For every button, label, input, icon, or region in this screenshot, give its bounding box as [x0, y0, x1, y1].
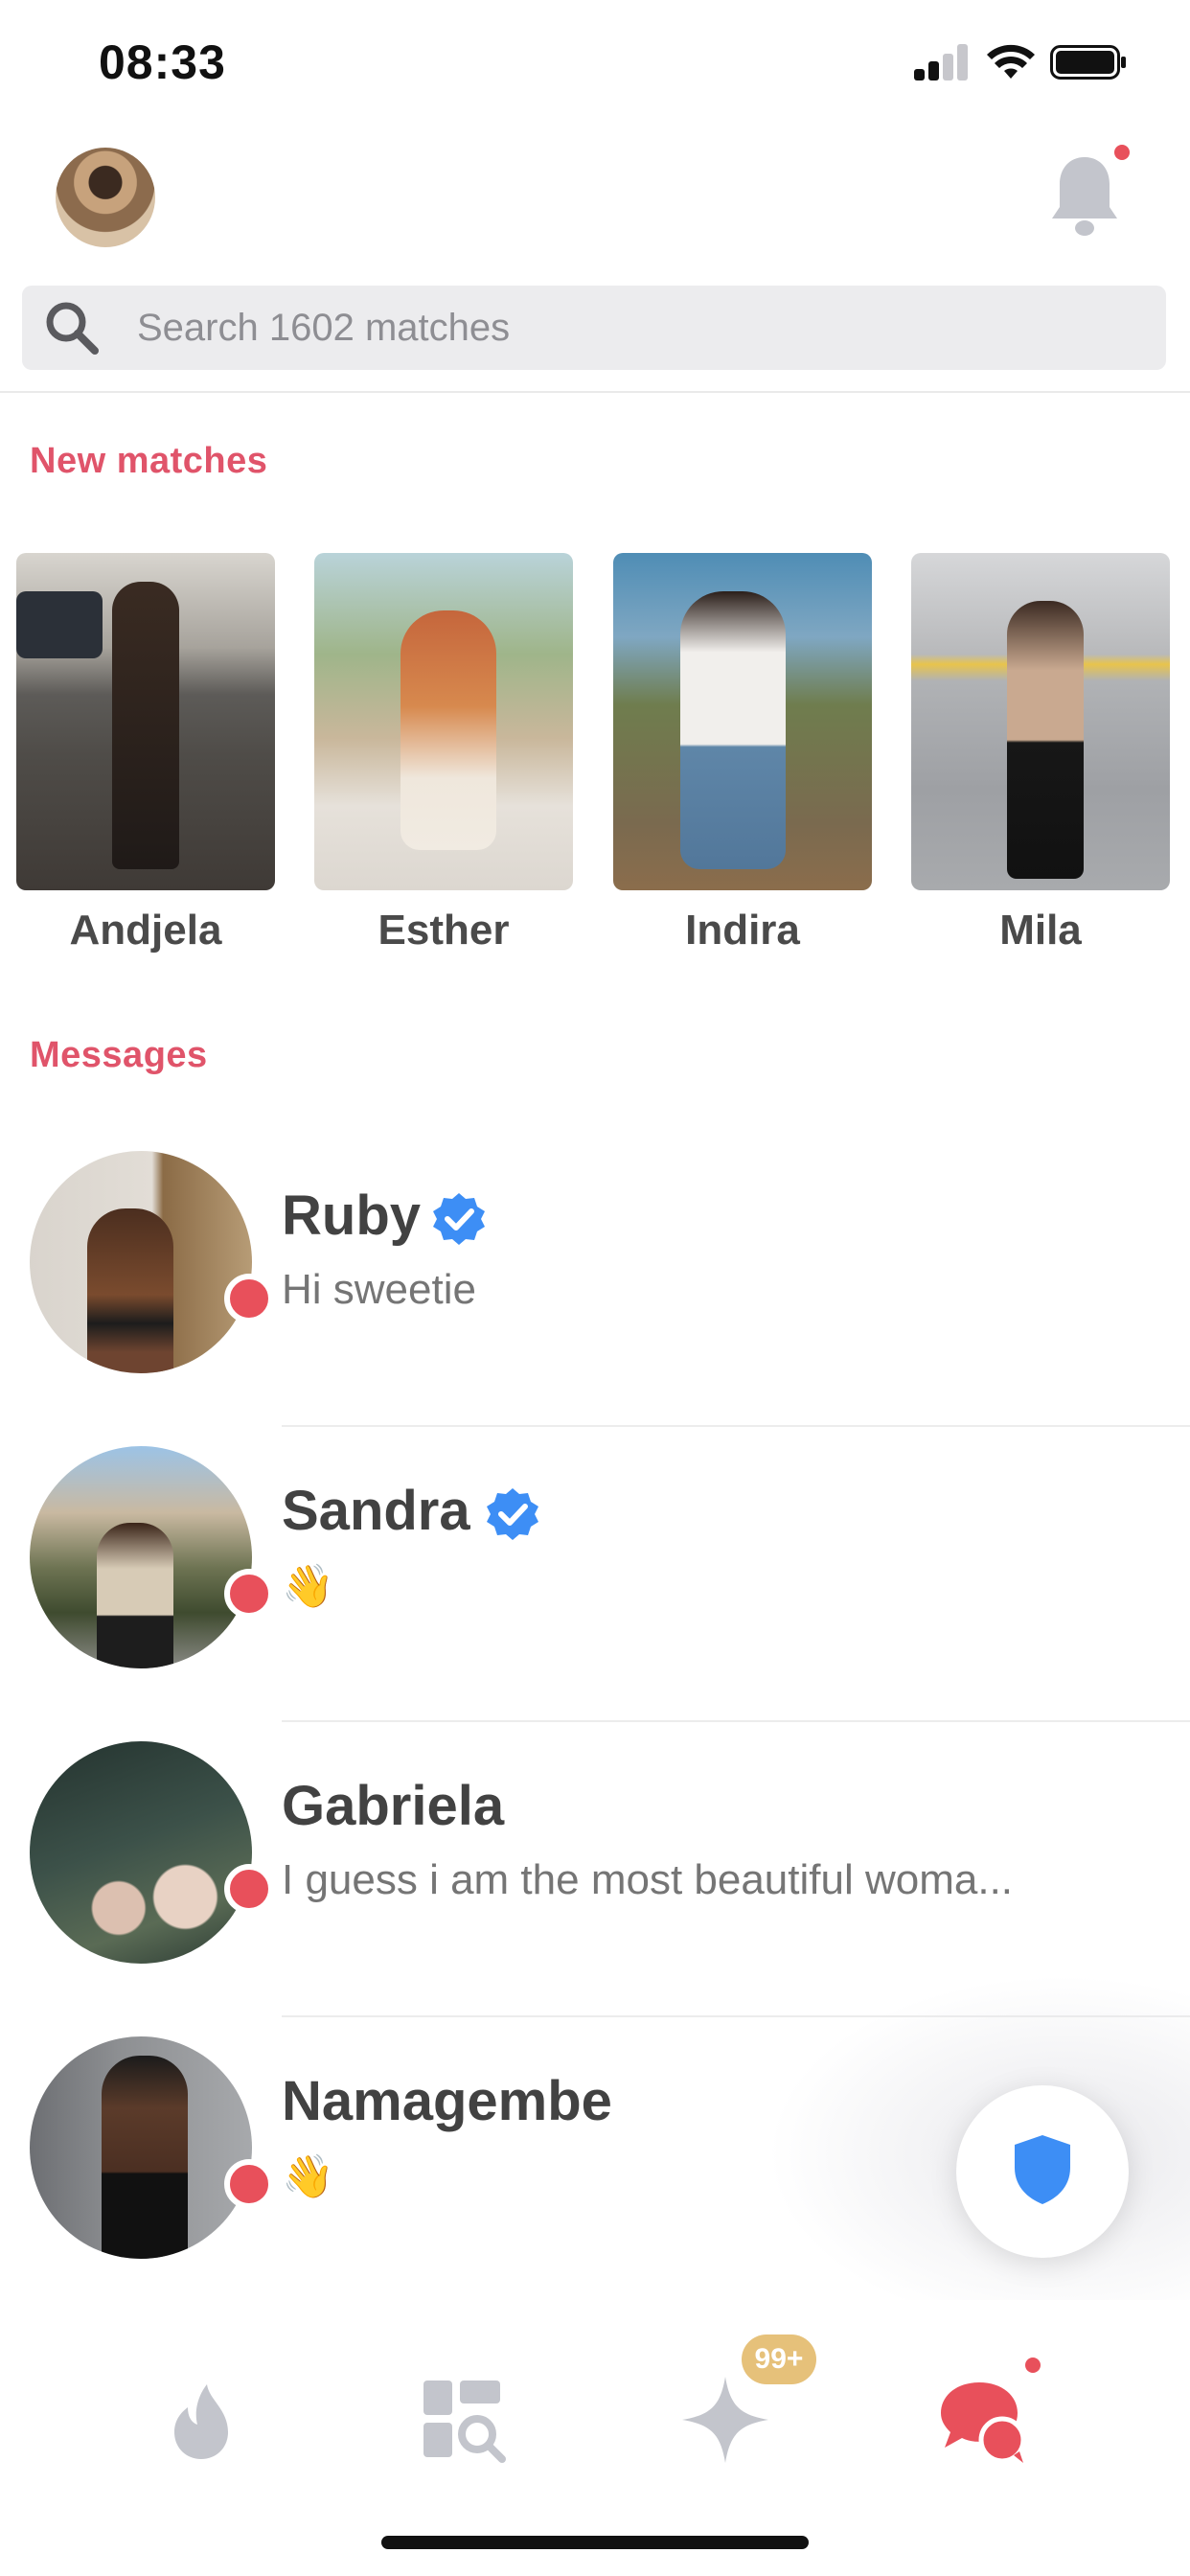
match-name: Indira [685, 907, 800, 954]
unread-dot [224, 2159, 274, 2209]
message-preview: Hi sweetie [282, 1266, 476, 1313]
avatar [30, 2036, 252, 2259]
match-name: Esther [378, 907, 510, 954]
avatar [30, 1446, 252, 1668]
match-card-mila[interactable] [911, 553, 1170, 890]
divider [0, 391, 1190, 393]
status-bar: 08:33 [0, 0, 1190, 134]
safety-button[interactable] [956, 2085, 1129, 2258]
cellular-signal-icon [914, 44, 970, 80]
message-preview: 👋 [282, 2153, 334, 2200]
unread-dot [224, 1569, 274, 1619]
search-input[interactable] [137, 286, 1133, 370]
new-matches-heading: New matches [30, 441, 268, 481]
messages-heading: Messages [30, 1035, 208, 1075]
match-photo [911, 553, 1170, 890]
message-preview: I guess i am the most beautiful woma... [282, 1856, 1014, 1903]
verified-badge-icon [487, 1488, 538, 1540]
avatar [30, 1741, 252, 1964]
message-row-ruby[interactable]: Ruby Hi sweetie [0, 1151, 1190, 1446]
battery-icon [1050, 45, 1126, 80]
search-bar[interactable] [22, 286, 1166, 370]
match-name: Andjela [69, 907, 222, 954]
match-card-andjela[interactable] [16, 553, 275, 890]
match-photo [16, 553, 275, 890]
flame-icon[interactable] [151, 2367, 257, 2472]
row-divider [282, 1720, 1190, 1722]
search-icon [46, 302, 99, 355]
message-preview: 👋 [282, 1563, 334, 1610]
notification-dot [1114, 145, 1130, 160]
match-card-indira[interactable] [613, 553, 872, 890]
contact-name: Ruby [282, 1184, 421, 1247]
status-time: 08:33 [99, 35, 226, 89]
bell-icon[interactable] [1048, 153, 1121, 240]
message-row-sandra[interactable]: Sandra 👋 [0, 1446, 1190, 1741]
chat-unread-dot [1025, 2358, 1041, 2373]
verified-badge-icon [433, 1193, 485, 1245]
wifi-icon [987, 44, 1035, 79]
row-divider [282, 1425, 1190, 1427]
unread-dot [224, 1864, 274, 1914]
home-indicator [381, 2536, 809, 2549]
unread-dot [224, 1274, 274, 1323]
match-photo [613, 553, 872, 890]
shield-icon [1015, 2135, 1070, 2204]
match-name: Mila [999, 907, 1082, 954]
avatar [30, 1151, 252, 1373]
match-photo [314, 553, 573, 890]
contact-name: Gabriela [282, 1775, 505, 1837]
notification-badge: 99+ [742, 2334, 816, 2384]
contact-name: Sandra [282, 1480, 470, 1542]
chat-icon[interactable] [931, 2367, 1037, 2472]
profile-avatar[interactable] [56, 148, 155, 247]
contact-name: Namagembe [282, 2070, 612, 2132]
match-card-esther[interactable] [314, 553, 573, 890]
explore-icon[interactable] [410, 2367, 515, 2472]
